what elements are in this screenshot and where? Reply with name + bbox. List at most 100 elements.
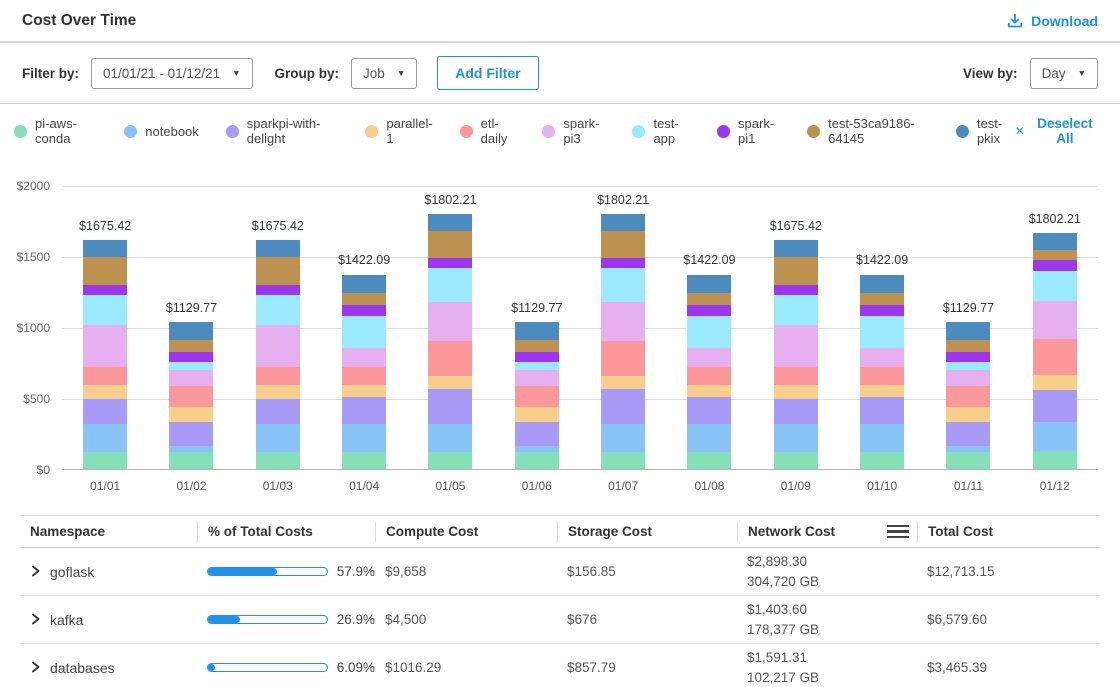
bar-segment[interactable] — [515, 422, 559, 446]
add-filter-button[interactable]: Add Filter — [437, 56, 538, 90]
bar-segment[interactable] — [428, 389, 472, 424]
bar-segment[interactable] — [342, 348, 386, 367]
legend-item[interactable]: etl-daily — [460, 116, 516, 146]
bar-segment[interactable] — [687, 397, 731, 424]
bar-segment[interactable] — [515, 452, 559, 469]
legend-item[interactable]: spark-pi3 — [542, 116, 605, 146]
bar-segment[interactable] — [1033, 451, 1077, 470]
bar-segment[interactable] — [774, 257, 818, 285]
bar-segment[interactable] — [946, 452, 990, 469]
bar-segment[interactable] — [428, 268, 472, 301]
stacked-bar[interactable] — [774, 240, 818, 469]
bar-segment[interactable] — [687, 275, 731, 293]
namespace-cell[interactable]: databases — [20, 660, 197, 676]
bar-segment[interactable] — [601, 452, 645, 469]
bar-segment[interactable] — [169, 422, 213, 446]
bar-segment[interactable] — [83, 240, 127, 257]
col-header-total[interactable]: Total Cost — [917, 522, 1100, 542]
bar-segment[interactable] — [342, 397, 386, 424]
bar-segment[interactable] — [946, 362, 990, 370]
namespace-cell[interactable]: goflask — [20, 564, 197, 580]
bar-segment[interactable] — [83, 399, 127, 424]
bar-segment[interactable] — [256, 240, 300, 257]
bar-segment[interactable] — [169, 407, 213, 422]
bar-segment[interactable] — [860, 316, 904, 348]
bar-segment[interactable] — [256, 424, 300, 452]
bar-segment[interactable] — [428, 341, 472, 376]
bar-segment[interactable] — [428, 258, 472, 269]
bar-segment[interactable] — [687, 305, 731, 316]
bar-segment[interactable] — [515, 407, 559, 422]
bar-segment[interactable] — [515, 340, 559, 352]
stacked-bar[interactable] — [687, 275, 731, 469]
bar-segment[interactable] — [515, 362, 559, 370]
bar-segment[interactable] — [860, 348, 904, 367]
bar-segment[interactable] — [774, 452, 818, 469]
bar-segment[interactable] — [774, 385, 818, 400]
bar-segment[interactable] — [428, 424, 472, 452]
legend-item[interactable]: test-pkix — [956, 116, 1015, 146]
bar-segment[interactable] — [83, 295, 127, 325]
row-expander-icon[interactable] — [30, 660, 41, 676]
bar-segment[interactable] — [1033, 260, 1077, 271]
bar-segment[interactable] — [428, 231, 472, 258]
bar-segment[interactable] — [515, 352, 559, 362]
download-button[interactable]: Download — [1007, 13, 1098, 29]
bar-segment[interactable] — [169, 452, 213, 469]
namespace-cell[interactable]: kafka — [20, 612, 197, 628]
bar-segment[interactable] — [342, 275, 386, 293]
legend-item[interactable]: sparkpi-with-delight — [226, 116, 339, 146]
bar-segment[interactable] — [601, 214, 645, 231]
bar-segment[interactable] — [860, 424, 904, 452]
bar-segment[interactable] — [342, 316, 386, 348]
bar-segment[interactable] — [342, 293, 386, 306]
col-header-percent[interactable]: % of Total Costs — [197, 522, 375, 542]
bar-segment[interactable] — [946, 422, 990, 446]
bar-segment[interactable] — [342, 385, 386, 397]
bar-segment[interactable] — [687, 348, 731, 367]
stacked-bar[interactable] — [342, 275, 386, 469]
bar-segment[interactable] — [256, 285, 300, 295]
bar-segment[interactable] — [946, 340, 990, 352]
bar-segment[interactable] — [428, 302, 472, 341]
bar-segment[interactable] — [83, 325, 127, 367]
bar-segment[interactable] — [515, 370, 559, 386]
legend-item[interactable]: pi-aws-conda — [14, 116, 97, 146]
bar-segment[interactable] — [601, 302, 645, 341]
bar-segment[interactable] — [256, 399, 300, 424]
bar-segment[interactable] — [774, 325, 818, 367]
bar-segment[interactable] — [946, 352, 990, 362]
bar-segment[interactable] — [1033, 250, 1077, 260]
stacked-bar[interactable] — [169, 322, 213, 469]
bar-segment[interactable] — [774, 240, 818, 257]
bar-segment[interactable] — [860, 275, 904, 293]
bar-segment[interactable] — [342, 452, 386, 469]
bar-segment[interactable] — [1033, 233, 1077, 250]
bar-segment[interactable] — [860, 452, 904, 469]
col-header-compute[interactable]: Compute Cost — [375, 522, 557, 542]
stacked-bar[interactable] — [83, 240, 127, 469]
legend-item[interactable]: spark-pi1 — [717, 116, 780, 146]
bar-segment[interactable] — [83, 452, 127, 469]
bar-segment[interactable] — [687, 424, 731, 452]
row-expander-icon[interactable] — [30, 612, 41, 628]
bar-segment[interactable] — [860, 305, 904, 316]
bar-segment[interactable] — [83, 424, 127, 452]
bar-segment[interactable] — [83, 385, 127, 400]
bar-segment[interactable] — [601, 424, 645, 452]
bar-segment[interactable] — [83, 367, 127, 385]
stacked-bar[interactable] — [1033, 233, 1077, 469]
bar-segment[interactable] — [83, 285, 127, 295]
bar-segment[interactable] — [1033, 375, 1077, 390]
bar-segment[interactable] — [774, 424, 818, 452]
bar-segment[interactable] — [687, 385, 731, 397]
bar-segment[interactable] — [860, 385, 904, 397]
stacked-bar[interactable] — [515, 322, 559, 469]
bar-segment[interactable] — [342, 424, 386, 452]
bar-segment[interactable] — [1033, 271, 1077, 302]
bar-segment[interactable] — [169, 322, 213, 340]
bar-segment[interactable] — [1033, 339, 1077, 376]
bar-segment[interactable] — [687, 293, 731, 306]
bar-segment[interactable] — [774, 367, 818, 385]
bar-segment[interactable] — [946, 386, 990, 407]
